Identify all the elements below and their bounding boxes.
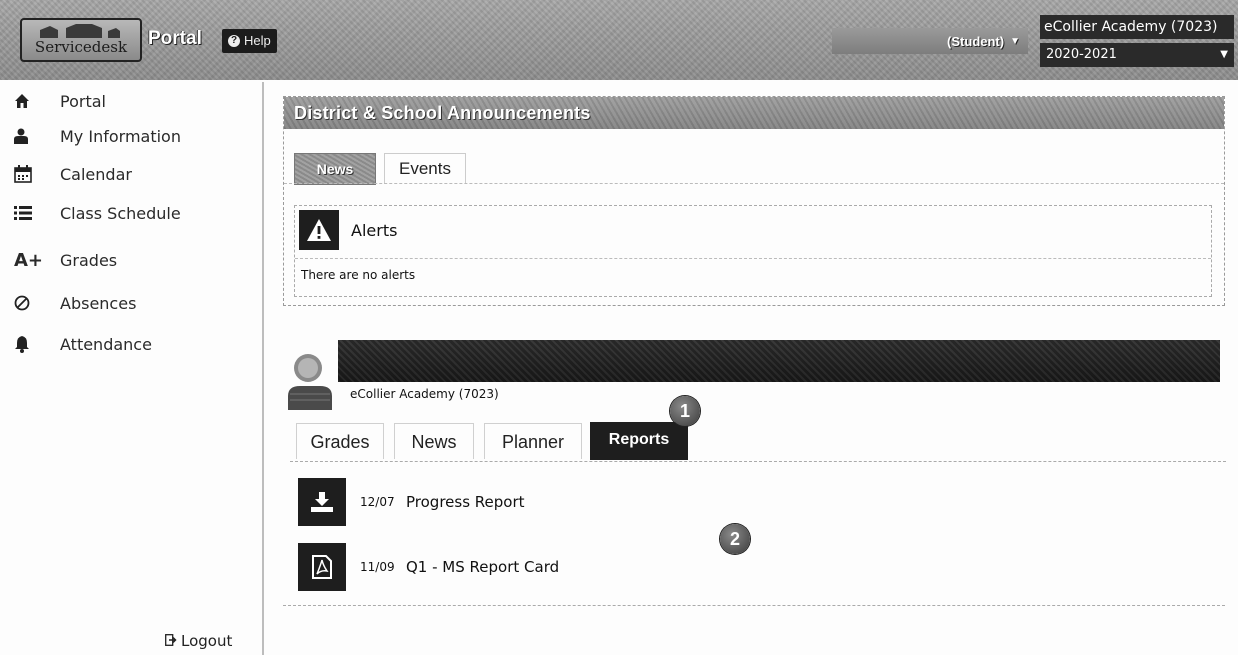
absences-icon (14, 293, 38, 313)
report-row[interactable]: 12/07 Progress Report (298, 478, 525, 526)
announcements-title: District & School Announcements (284, 97, 1224, 129)
sidebar-item-label: Absences (60, 293, 137, 313)
report-date: 11/09 (360, 560, 395, 574)
grades-icon: A+ (14, 249, 44, 271)
sidebar-item-label: Class Schedule (60, 203, 181, 223)
sidebar-divider (262, 82, 264, 655)
tab-grades[interactable]: Grades (296, 423, 384, 459)
home-icon (14, 91, 38, 111)
pdf-icon (298, 543, 346, 591)
school-selector: eCollier Academy (7023) 2020-2021 ▼ (1040, 15, 1234, 67)
report-row[interactable]: 11/09 Q1 - MS Report Card (298, 543, 559, 591)
sidebar-item-portal[interactable]: Portal (14, 86, 106, 116)
tab-reports[interactable]: Reports (590, 422, 688, 460)
student-name-bar (338, 340, 1220, 382)
sidebar-item-attendance[interactable]: Attendance (14, 329, 152, 359)
callout-marker-2: 2 (720, 524, 750, 554)
user-role-dropdown[interactable]: (Student) ▼ (832, 28, 1028, 54)
sidebar-item-label: Calendar (60, 164, 132, 184)
chevron-down-icon: ▼ (1220, 49, 1228, 60)
school-name[interactable]: eCollier Academy (7023) (1040, 15, 1234, 39)
alerts-header: Alerts (299, 210, 397, 250)
report-date: 12/07 (360, 495, 395, 509)
divider (290, 461, 1226, 462)
divider (295, 258, 1211, 259)
download-icon (298, 478, 346, 526)
logout-icon (165, 632, 177, 650)
logo-text: Servicedesk (34, 38, 128, 56)
divider (284, 183, 1224, 184)
callout-marker-1: 1 (670, 396, 700, 426)
alerts-message: There are no alerts (301, 268, 416, 282)
top-bar: Servicedesk Portal ? Help (Student) ▼ eC… (0, 0, 1238, 80)
sidebar-item-class-schedule[interactable]: Class Schedule (14, 198, 181, 228)
sidebar-item-label: Portal (60, 91, 106, 111)
sidebar-item-label: Attendance (60, 334, 152, 354)
logout-label: Logout (181, 632, 233, 650)
bell-icon (14, 334, 38, 354)
sidebar-item-label: My Information (60, 126, 181, 146)
tab-planner[interactable]: Planner (484, 423, 582, 459)
warning-icon (299, 210, 339, 250)
alerts-title: Alerts (351, 220, 398, 240)
report-title[interactable]: Progress Report (406, 493, 525, 511)
tab-events[interactable]: Events (384, 153, 466, 184)
help-icon: ? (228, 35, 240, 47)
tab-news[interactable]: News (394, 423, 474, 459)
servicedesk-logo[interactable]: Servicedesk (20, 18, 142, 62)
avatar (286, 350, 336, 410)
help-button[interactable]: ? Help (222, 29, 277, 53)
school-year-dropdown[interactable]: 2020-2021 ▼ (1040, 43, 1234, 67)
sidebar-item-my-information[interactable]: My Information (14, 121, 181, 151)
calendar-icon (14, 164, 38, 184)
list-icon (14, 203, 38, 223)
sidebar-item-absences[interactable]: Absences (14, 288, 136, 318)
divider (283, 605, 1225, 606)
sidebar: Portal My Information Calendar Class Sch… (0, 84, 262, 655)
user-role-label: (Student) (947, 33, 1005, 49)
sidebar-item-calendar[interactable]: Calendar (14, 159, 132, 189)
student-school: eCollier Academy (7023) (350, 387, 499, 401)
alerts-box: Alerts There are no alerts (294, 205, 1212, 297)
help-label: Help (244, 33, 271, 48)
sidebar-item-label: Grades (60, 250, 118, 270)
tab-news[interactable]: News (294, 153, 376, 185)
announcements-panel: District & School Announcements News Eve… (283, 96, 1225, 306)
school-year-label: 2020-2021 (1046, 47, 1117, 62)
chevron-down-icon: ▼ (1010, 35, 1020, 47)
logout-link[interactable]: Logout (165, 632, 232, 650)
report-title[interactable]: Q1 - MS Report Card (406, 558, 559, 576)
sidebar-item-grades[interactable]: A+ Grades (14, 245, 117, 275)
user-icon (14, 126, 38, 146)
portal-title[interactable]: Portal (148, 28, 202, 50)
